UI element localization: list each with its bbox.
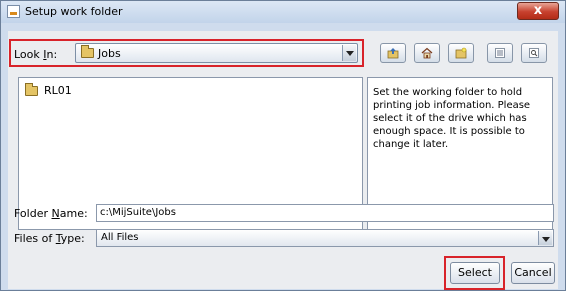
look-in-label: Look In: [14, 48, 58, 61]
look-in-combo[interactable]: Jobs [75, 43, 358, 63]
up-one-level-button[interactable] [380, 43, 406, 63]
window-title: Setup work folder [25, 5, 123, 18]
up-one-level-icon [387, 48, 399, 59]
app-icon [7, 5, 20, 18]
chevron-down-icon[interactable] [342, 45, 356, 61]
list-view-button[interactable] [487, 43, 513, 63]
close-button[interactable]: x [517, 2, 559, 20]
cancel-button[interactable]: Cancel [511, 262, 555, 284]
folder-name-field[interactable]: c:\MijSuite\Jobs [96, 204, 554, 222]
files-of-type-combo[interactable]: All Files [96, 229, 554, 247]
list-item-label: RL01 [44, 84, 72, 97]
new-folder-icon [455, 47, 467, 59]
folder-icon [81, 45, 94, 58]
dialog-window: Setup work folder x Look In: Jobs RL01 S… [0, 0, 566, 291]
home-icon [421, 47, 433, 59]
select-button[interactable]: Select [450, 262, 500, 284]
title-bar[interactable]: Setup work folder x [1, 1, 565, 23]
details-view-button[interactable] [521, 43, 547, 63]
look-in-value: Jobs [98, 47, 121, 60]
files-of-type-value: All Files [101, 232, 139, 243]
home-button[interactable] [414, 43, 440, 63]
new-folder-button[interactable] [448, 43, 474, 63]
files-of-type-label: Files of Type: [14, 232, 85, 245]
list-view-icon [495, 48, 505, 58]
details-view-icon [529, 48, 539, 58]
folder-icon [25, 83, 38, 96]
dialog-content: Look In: Jobs RL01 Set the working folde… [8, 31, 558, 290]
folder-name-label: Folder Name: [14, 207, 88, 220]
chevron-down-icon[interactable] [538, 231, 552, 245]
